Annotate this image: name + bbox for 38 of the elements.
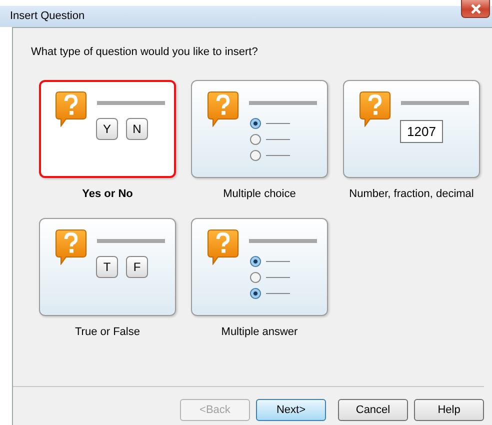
question-type-label: Number, fraction, decimal: [349, 188, 474, 200]
key-icon: Y: [96, 118, 118, 140]
option-line: [266, 123, 290, 124]
dialog-button[interactable]: Help: [414, 399, 484, 421]
key-icon: F: [126, 256, 148, 278]
question-mark-icon: [55, 229, 87, 265]
option-line: [266, 293, 290, 294]
key-icon: T: [96, 256, 118, 278]
placeholder-bar: [401, 101, 469, 105]
placeholder-bar: [97, 239, 165, 243]
placeholder-bar: [249, 239, 317, 243]
question-type-card[interactable]: T F: [39, 218, 176, 316]
question-type-card[interactable]: Y N: [39, 80, 176, 178]
option-line: [266, 139, 290, 140]
dialog-button[interactable]: Cancel: [338, 399, 408, 421]
question-type-card[interactable]: [191, 218, 328, 316]
prompt-text: What type of question would you like to insert?: [31, 46, 259, 60]
option-line: [266, 277, 290, 278]
question-mark-icon: [55, 91, 87, 127]
placeholder-bar: [249, 101, 317, 105]
question-type-label: Multiple choice: [223, 188, 296, 200]
dialog-button[interactable]: Next>: [256, 399, 326, 421]
question-type-card[interactable]: [191, 80, 328, 178]
number-field-icon: 1207: [400, 120, 443, 143]
question-type-label: Multiple answer: [221, 326, 298, 338]
question-mark-icon: [359, 91, 391, 127]
option-line: [266, 261, 290, 262]
question-mark-icon: [207, 91, 239, 127]
question-type-card[interactable]: 1207: [343, 80, 480, 178]
window-title: Insert Question: [10, 10, 85, 22]
placeholder-bar: [97, 101, 165, 105]
close-button[interactable]: [461, 0, 490, 18]
option-line: [266, 155, 290, 156]
question-type-label: Yes or No: [82, 188, 133, 200]
key-icon: N: [126, 118, 148, 140]
close-icon: [470, 4, 482, 14]
question-mark-icon: [207, 229, 239, 265]
question-type-label: True or False: [74, 326, 140, 338]
